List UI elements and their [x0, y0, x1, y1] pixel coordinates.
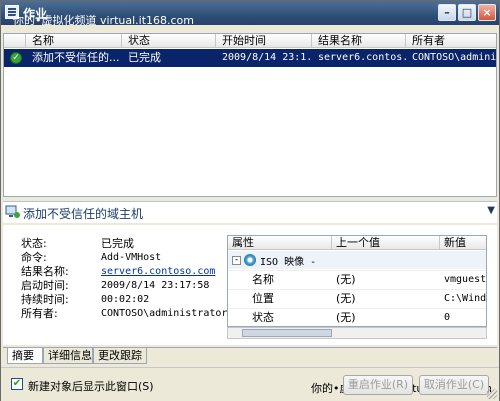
job-status: 已完成 [128, 51, 161, 64]
column-owner[interactable]: 所有者 [406, 34, 496, 48]
property-name: 位置 [252, 292, 274, 305]
restart-job-button[interactable]: 重启作业(R) [343, 375, 413, 395]
collapse-expander-icon[interactable]: - [232, 256, 241, 265]
footer-bar: ✔ 新建对象后显示此窗口(S) 你的•虚拟化频道 virtual.it168.c… [1, 367, 499, 401]
status-value: 已完成 [101, 237, 134, 250]
command-label: 命令: [21, 251, 47, 264]
iso-image-group-row[interactable]: - ISO 映像 - [228, 251, 486, 269]
title-watermark: 你的•虚拟化频道 virtual.it168.com [13, 14, 195, 27]
close-button[interactable]: × [478, 4, 496, 21]
column-name[interactable]: 名称 [26, 34, 122, 48]
jobs-list-header: 名称 状态 开始时间 结果名称 所有者 [4, 34, 496, 48]
job-name: 添加不受信任的... [32, 51, 120, 64]
start-time-value: 2009/8/14 23:17:58 [101, 280, 210, 291]
job-row[interactable]: ✓ 添加不受信任的... 已完成 2009/8/14 23:1... serve… [4, 49, 496, 67]
column-result-name[interactable]: 结果名称 [312, 34, 406, 48]
duration-value: 00:02:02 [101, 294, 150, 305]
column-previous-value[interactable]: 上一个值 [332, 236, 440, 250]
column-new-value[interactable]: 新值 [440, 236, 486, 250]
cancel-job-button[interactable]: 取消作业(C) [419, 375, 489, 395]
show-window-label[interactable]: 新建对象后显示此窗口(S) [28, 378, 154, 394]
jobs-list[interactable]: 名称 状态 开始时间 结果名称 所有者 ✓ 添加不受信任的... 已完成 200… [3, 33, 497, 197]
property-previous: (无) [336, 273, 356, 286]
grid-horizontal-scrollbar[interactable] [227, 327, 487, 339]
property-row[interactable]: 位置 (无) C:\Windows [228, 289, 487, 307]
job-start-time: 2009/8/14 23:1... [222, 52, 312, 63]
duration-label: 持续时间: [21, 293, 69, 306]
property-name: 状态 [252, 311, 274, 324]
column-icon[interactable] [4, 34, 26, 48]
details-title: 添加不受信任的域主机 [23, 207, 144, 221]
resize-grip[interactable] [487, 389, 497, 399]
host-server-icon [5, 205, 20, 218]
minimize-button[interactable]: – [438, 4, 456, 21]
result-name-link[interactable]: server6.contoso.com [101, 265, 215, 279]
property-previous: (无) [336, 292, 356, 305]
details-header[interactable]: 添加不受信任的域主机 ▼ [3, 201, 497, 223]
tab-details[interactable]: 详细信息 [43, 348, 93, 364]
owner-value: CONTOSO\administrator [101, 308, 228, 319]
property-name: 名称 [252, 273, 274, 286]
iso-image-group-label: ISO 映像 - [260, 257, 317, 268]
tab-change-tracking[interactable]: 更改跟踪 [93, 348, 147, 364]
property-new: C:\Windows [444, 293, 487, 304]
success-check-icon: ✓ [10, 52, 22, 64]
start-time-label: 启动时间: [21, 279, 69, 292]
job-result-name: server6.contos... [318, 52, 406, 63]
change-tracking-grid[interactable]: 属性 上一个值 新值 - ISO 映像 - 名称 (无) vmguest 位置 … [227, 235, 487, 327]
status-label: 状态: [21, 237, 47, 250]
maximize-button[interactable]: □ [458, 4, 476, 21]
property-previous: (无) [336, 311, 356, 324]
jobs-window: 作业 – □ × 你的•虚拟化频道 virtual.it168.com 名称 状… [0, 0, 500, 401]
scrollbar-thumb[interactable] [242, 329, 332, 337]
change-grid-header: 属性 上一个值 新值 [228, 236, 486, 250]
details-tabs: 摘要 详细信息 更改跟踪 [3, 347, 497, 365]
details-panel: 状态: 已完成 命令: Add-VMHost 结果名称: server6.con… [3, 225, 497, 345]
result-name-label: 结果名称: [21, 265, 69, 278]
column-property[interactable]: 属性 [228, 236, 332, 250]
show-window-checkbox[interactable]: ✔ [11, 378, 23, 390]
property-row[interactable]: 名称 (无) vmguest [228, 270, 487, 288]
column-start-time[interactable]: 开始时间 [216, 34, 312, 48]
owner-label: 所有者: [21, 307, 58, 320]
tab-summary[interactable]: 摘要 [7, 348, 43, 364]
column-status[interactable]: 状态 [122, 34, 216, 48]
command-value: Add-VMHost [101, 252, 162, 263]
job-owner: CONTOSO\admini... [412, 52, 496, 63]
property-new: vmguest [444, 274, 487, 285]
property-new: 0 [444, 312, 451, 323]
iso-disc-icon [244, 254, 256, 266]
collapse-chevron-icon[interactable]: ▼ [487, 205, 495, 216]
property-row[interactable]: 状态 (无) 0 [228, 308, 486, 326]
